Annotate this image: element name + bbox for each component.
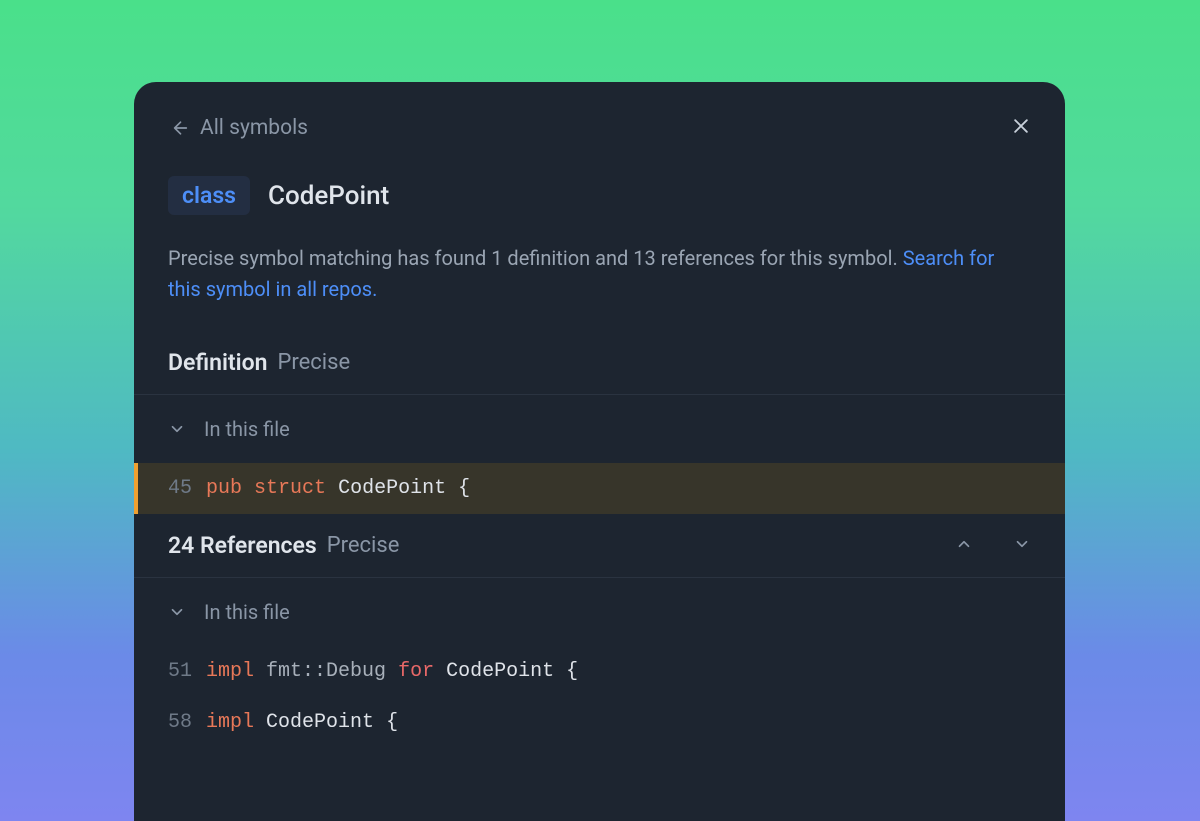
- line-number: 58: [168, 711, 206, 734]
- definition-code-line[interactable]: 45 pub struct CodePoint {: [134, 463, 1065, 514]
- references-nav: [955, 535, 1031, 557]
- code-content: pub struct CodePoint {: [206, 477, 470, 500]
- references-title: 24 References: [168, 532, 317, 559]
- symbol-header: class CodePoint: [134, 146, 1065, 215]
- next-reference-button[interactable]: [1013, 535, 1031, 557]
- chevron-down-icon: [168, 420, 186, 438]
- panel-topbar: All symbols: [134, 82, 1065, 146]
- arrow-left-icon: [168, 118, 188, 138]
- back-link[interactable]: All symbols: [168, 116, 308, 140]
- reference-code-line[interactable]: 58 impl CodePoint {: [134, 697, 1065, 748]
- line-number: 45: [168, 477, 206, 500]
- prev-reference-button[interactable]: [955, 535, 973, 557]
- references-section-header: 24 References Precise: [134, 514, 1065, 578]
- chevron-down-icon: [168, 603, 186, 621]
- definition-title: Definition: [168, 349, 267, 376]
- back-label: All symbols: [200, 116, 308, 140]
- definition-collapse-toggle[interactable]: In this file: [134, 395, 1065, 463]
- symbol-name: CodePoint: [268, 181, 389, 211]
- references-precision-label: Precise: [327, 533, 400, 558]
- description-text: Precise symbol matching has found 1 defi…: [168, 246, 898, 270]
- definition-precision-label: Precise: [277, 350, 350, 375]
- definition-section-header: Definition Precise: [134, 305, 1065, 395]
- references-collapse-toggle[interactable]: In this file: [134, 578, 1065, 646]
- reference-code-line[interactable]: 51 impl fmt::Debug for CodePoint {: [134, 646, 1065, 697]
- chevron-down-icon: [1013, 535, 1031, 557]
- definition-file-scope-label: In this file: [204, 417, 290, 441]
- code-content: impl fmt::Debug for CodePoint {: [206, 660, 578, 683]
- chevron-up-icon: [955, 535, 973, 557]
- symbol-panel: All symbols class CodePoint Precise symb…: [134, 82, 1065, 821]
- line-number: 51: [168, 660, 206, 683]
- symbol-kind-badge: class: [168, 176, 250, 215]
- close-button[interactable]: [1011, 116, 1031, 140]
- references-file-scope-label: In this file: [204, 600, 290, 624]
- symbol-description: Precise symbol matching has found 1 defi…: [134, 215, 1065, 305]
- close-icon: [1011, 116, 1031, 140]
- code-content: impl CodePoint {: [206, 711, 398, 734]
